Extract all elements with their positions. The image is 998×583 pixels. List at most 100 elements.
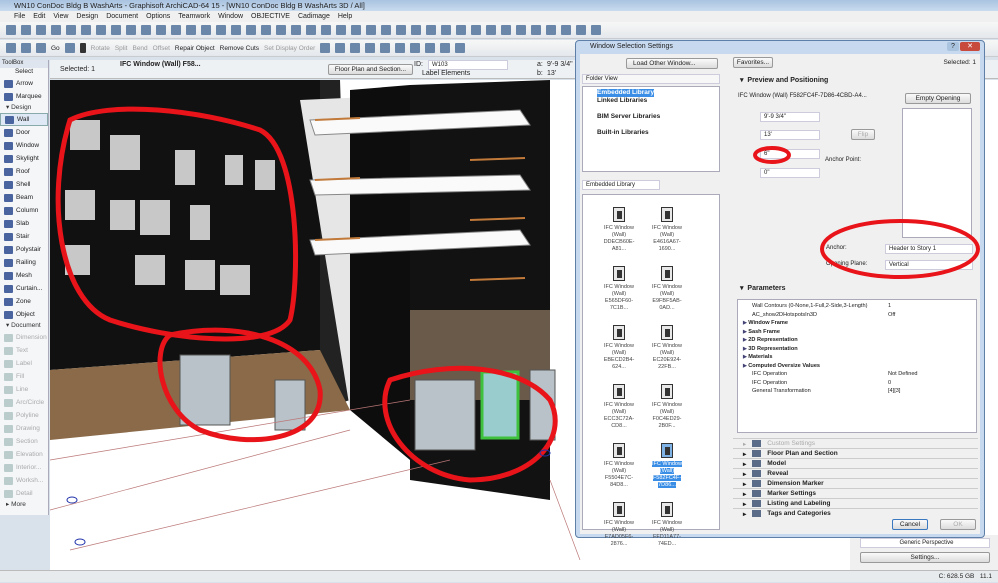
toolbar-tool-icon[interactable]	[51, 25, 61, 35]
toolbar-tool-icon[interactable]	[516, 25, 526, 35]
toolbar-tool-icon[interactable]	[396, 25, 406, 35]
section-model[interactable]: ▸ Model	[733, 458, 978, 468]
tool-arrow[interactable]: Arrow	[0, 77, 48, 90]
more-header[interactable]: ▸ More	[0, 500, 48, 510]
section-tags-and-categories[interactable]: ▸ Tags and Categories	[733, 508, 978, 518]
toolbar-tool-icon[interactable]	[546, 25, 556, 35]
tool-wall[interactable]: Wall	[0, 113, 48, 126]
view-icon[interactable]	[6, 43, 16, 53]
element-name[interactable]: IFC Window (Wall) F58...	[120, 61, 201, 68]
menu-document[interactable]: Document	[106, 11, 138, 22]
toolbar-tool-icon[interactable]	[440, 43, 451, 53]
document-header[interactable]: ▾ Document	[0, 321, 48, 331]
tool-roof[interactable]: Roof	[0, 165, 48, 178]
toolbar-tool-icon[interactable]	[21, 25, 31, 35]
tool-marquee[interactable]: Marquee	[0, 90, 48, 103]
toolbar-tool-icon[interactable]	[261, 25, 271, 35]
toolbar-tool-icon[interactable]	[531, 25, 541, 35]
menu-view[interactable]: View	[53, 11, 68, 22]
tool-interior[interactable]: Interior...	[0, 461, 48, 474]
toolbar-tool-icon[interactable]	[335, 43, 346, 53]
menu-edit[interactable]: Edit	[33, 11, 45, 22]
section-marker-settings[interactable]: ▸ Marker Settings	[733, 488, 978, 498]
library-item[interactable]: IFC Window (Wall) EBECD2B4-624...	[597, 325, 641, 371]
toolbar-tool-icon[interactable]	[201, 25, 211, 35]
toolbar-tool-icon[interactable]	[381, 25, 391, 35]
toolbar-tool-icon[interactable]	[186, 25, 196, 35]
toolbar-tool-icon[interactable]	[66, 25, 76, 35]
tree-item[interactable]: Linked Libraries	[597, 97, 719, 105]
tool-elevation[interactable]: Elevation	[0, 448, 48, 461]
toolbar-bend-button[interactable]: Bend	[132, 45, 147, 52]
tool-worksh[interactable]: Worksh...	[0, 474, 48, 487]
tool-door[interactable]: Door	[0, 126, 48, 139]
tool-polystair[interactable]: Polystair	[0, 243, 48, 256]
width-field[interactable]: 9'-9 3/4"	[760, 112, 820, 122]
load-other-window-button[interactable]: Load Other Window...	[626, 58, 718, 69]
menu-design[interactable]: Design	[76, 11, 98, 22]
toolbar-tool-icon[interactable]	[96, 25, 106, 35]
tool-fill[interactable]: Fill	[0, 370, 48, 383]
walk-icon[interactable]	[79, 43, 86, 53]
tool-slab[interactable]: Slab	[0, 217, 48, 230]
tool-object[interactable]: Object	[0, 308, 48, 321]
toolbar-tool-icon[interactable]	[276, 25, 286, 35]
menu-options[interactable]: Options	[146, 11, 170, 22]
parameter-row[interactable]: AC_show2DHotspotsIn3D Off	[738, 311, 976, 320]
library-item[interactable]: IFC Window (Wall) ECC3C72A-CD8...	[597, 384, 641, 430]
tool-label[interactable]: Label	[0, 357, 48, 370]
toolbar-tool-icon[interactable]	[365, 43, 376, 53]
library-item[interactable]: IFC Window (Wall) EC20E924-22FB...	[645, 325, 689, 371]
parameter-row[interactable]: Materials	[738, 353, 976, 362]
tool-skylight[interactable]: Skylight	[0, 152, 48, 165]
toolbar-tool-icon[interactable]	[231, 25, 241, 35]
offset-field[interactable]: 0"	[760, 168, 820, 178]
toolbar-tool-icon[interactable]	[366, 25, 376, 35]
b-field[interactable]: 13'	[547, 70, 556, 77]
flip-button[interactable]: Flip	[851, 129, 875, 140]
parameter-row[interactable]: IFC Operation 0	[738, 379, 976, 388]
tool-railing[interactable]: Railing	[0, 256, 48, 269]
parameters-list[interactable]: Wall Contours (0-None,1-Full,2-Side,3-Le…	[737, 299, 977, 433]
toolbar-split-button[interactable]: Split	[115, 45, 128, 52]
toolbar-tool-icon[interactable]	[456, 25, 466, 35]
menu-objective[interactable]: OBJECTIVE	[251, 11, 290, 22]
tool-mesh[interactable]: Mesh	[0, 269, 48, 282]
height-field[interactable]: 13'	[760, 130, 820, 140]
empty-opening-button[interactable]: Empty Opening	[905, 93, 971, 104]
toolbar-tool-icon[interactable]	[411, 25, 421, 35]
library-item[interactable]: IFC Window (Wall) E4616A67-1690...	[645, 207, 689, 253]
parameter-row[interactable]: Computed Oversize Values	[738, 362, 976, 371]
toolbar-tool-icon[interactable]	[320, 43, 331, 53]
tool-drawing[interactable]: Drawing	[0, 422, 48, 435]
library-item[interactable]: IFC Window (Wall) DDECB60E-A81...	[597, 207, 641, 253]
ok-button[interactable]: OK	[940, 519, 976, 530]
toolbar-tool-icon[interactable]	[321, 25, 331, 35]
menu-window[interactable]: Window	[218, 11, 243, 22]
tool-curtain[interactable]: Curtain...	[0, 282, 48, 295]
parameter-row[interactable]: Sash Frame	[738, 328, 976, 337]
toolbar-offset-button[interactable]: Offset	[153, 45, 170, 52]
library-item[interactable]: IFC Window (Wall) E565DF60-7C1B...	[597, 266, 641, 312]
toolbar-tool-icon[interactable]	[455, 43, 466, 53]
library-item[interactable]: IFC Window (Wall) F5504E7C-84D8...	[597, 443, 641, 489]
floor-plan-section-button[interactable]: Floor Plan and Section...	[328, 64, 413, 75]
tool-text[interactable]: Text	[0, 344, 48, 357]
design-header[interactable]: ▾ Design	[0, 103, 48, 113]
toolbar-tool-icon[interactable]	[306, 25, 316, 35]
parameter-row[interactable]: 2D Representation	[738, 336, 976, 345]
navigator-view-name[interactable]: Generic Perspective	[860, 538, 990, 548]
toolbar-tool-icon[interactable]	[141, 25, 151, 35]
tool-line[interactable]: Line	[0, 383, 48, 396]
toolbar-tool-icon[interactable]	[291, 25, 301, 35]
library-item[interactable]: IFC Window (Wall) E9FBF5AB-0AD...	[645, 266, 689, 312]
toolbar-tool-icon[interactable]	[126, 25, 136, 35]
section-listing-and-labeling[interactable]: ▸ Listing and Labeling	[733, 498, 978, 508]
toolbar-tool-icon[interactable]	[350, 43, 361, 53]
navigate-icon[interactable]	[64, 43, 75, 53]
toolbar-set-display-order-button[interactable]: Set Display Order	[264, 45, 315, 52]
tool-shell[interactable]: Shell	[0, 178, 48, 191]
parameters-header[interactable]: ▾ Parameters	[740, 284, 786, 292]
tool-zone[interactable]: Zone	[0, 295, 48, 308]
toolbar-tool-icon[interactable]	[81, 25, 91, 35]
